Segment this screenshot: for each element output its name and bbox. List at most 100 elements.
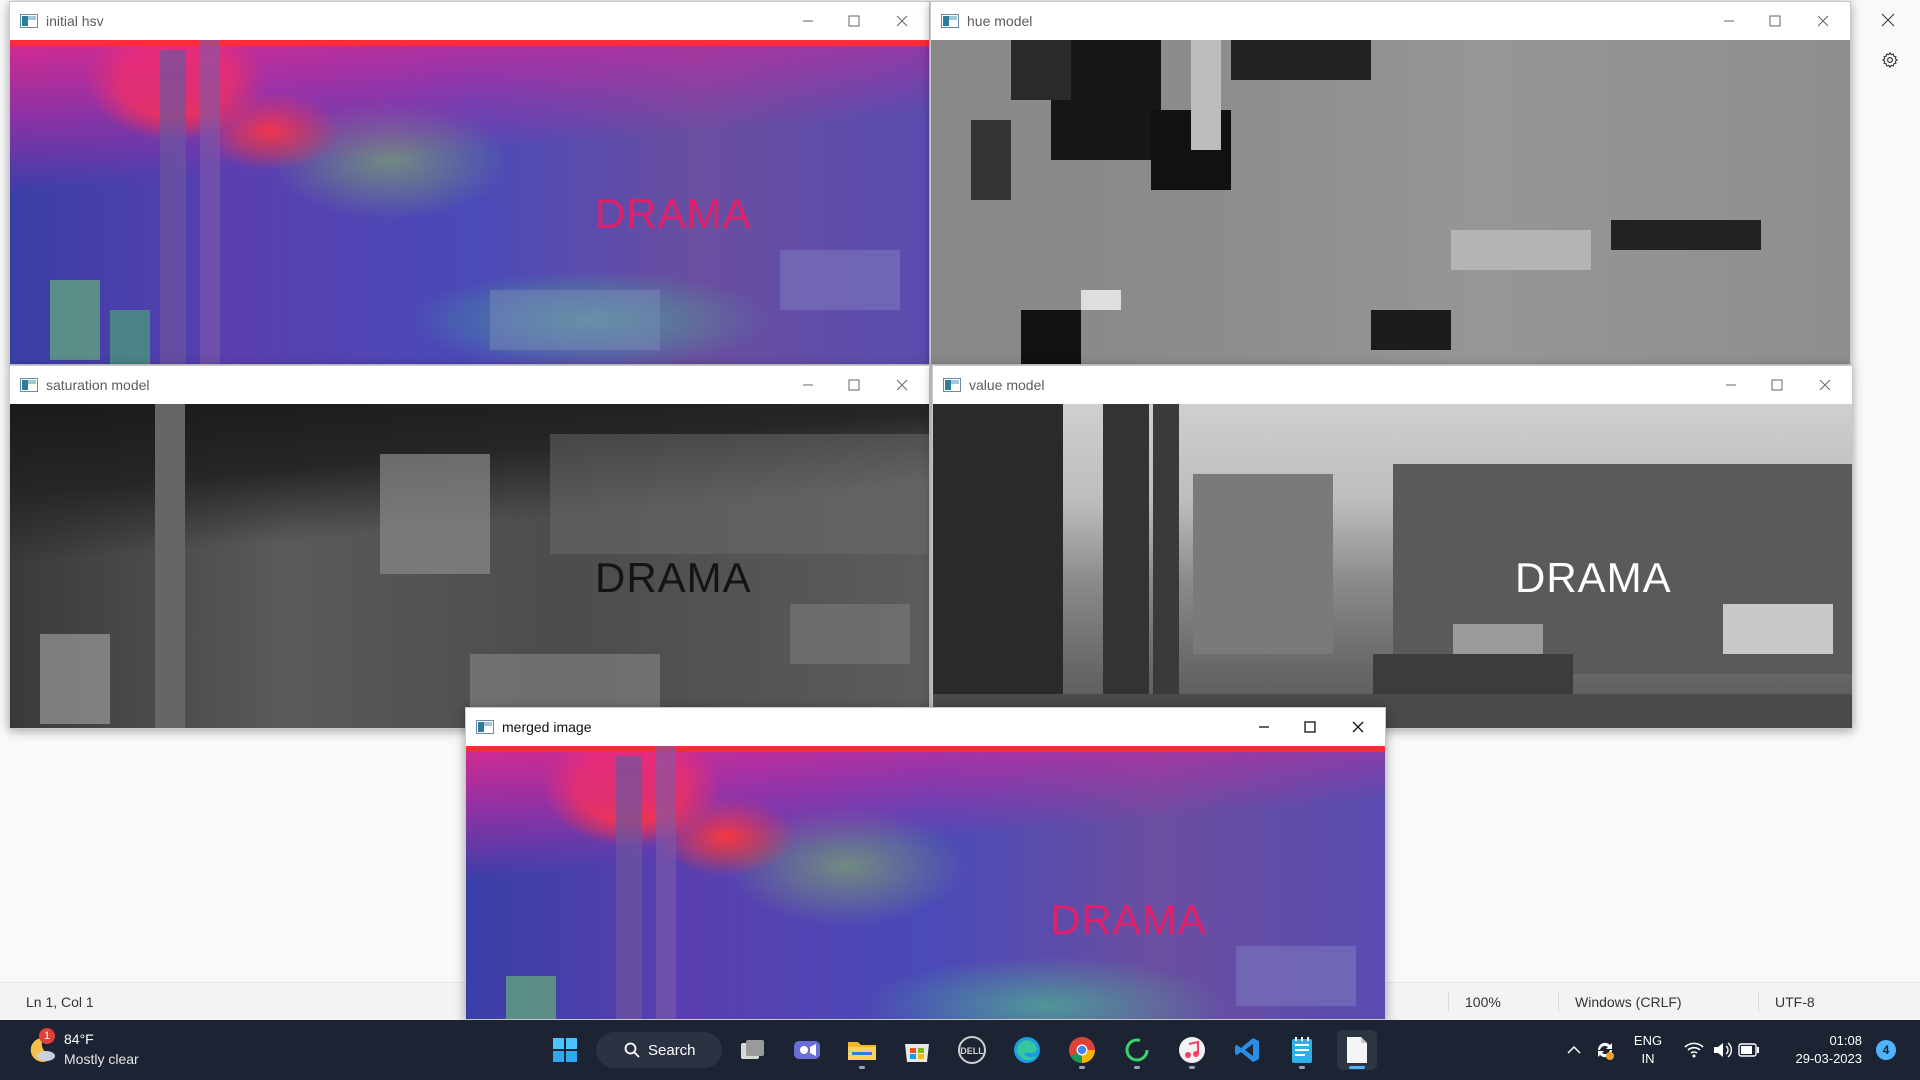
chevron-up-icon: [1567, 1045, 1581, 1054]
maximize-button[interactable]: [831, 6, 877, 36]
minimize-button[interactable]: [1708, 370, 1754, 400]
divider: [1558, 992, 1559, 1012]
language-indicator[interactable]: ENG IN: [1626, 1030, 1670, 1070]
chrome-icon: [1069, 1037, 1095, 1064]
app-icon: [20, 378, 38, 392]
chrome-button[interactable]: [1062, 1030, 1102, 1070]
maximize-icon: [1304, 721, 1316, 733]
saturation-texture: [40, 404, 929, 728]
svg-text:DELL: DELL: [960, 1046, 984, 1056]
notification-count: 4: [1882, 1043, 1890, 1057]
notepad-button[interactable]: [1337, 1030, 1377, 1070]
image-canvas[interactable]: DRAMA: [10, 40, 929, 364]
music-note-icon: [1179, 1037, 1205, 1063]
search-button[interactable]: Search: [596, 1032, 722, 1068]
notepad-blue-button[interactable]: [1282, 1030, 1322, 1070]
maximize-button[interactable]: [1287, 712, 1333, 742]
title-bar[interactable]: merged image: [466, 708, 1385, 746]
initial-hsv-window[interactable]: initial hsv DRAMA: [9, 1, 930, 365]
close-button[interactable]: [879, 6, 925, 36]
notification-center-button[interactable]: 4: [1876, 1040, 1896, 1060]
vscode-button[interactable]: [1227, 1030, 1267, 1070]
language-code: ENG: [1633, 1033, 1663, 1048]
running-indicator: [859, 1066, 865, 1069]
running-indicator: [1134, 1066, 1140, 1069]
minimize-button[interactable]: [1241, 712, 1287, 742]
close-button[interactable]: [879, 370, 925, 400]
value-model-window[interactable]: value model DRAMA: [932, 365, 1853, 729]
sync-status-button[interactable]: [1590, 1030, 1620, 1070]
close-button[interactable]: [1335, 712, 1381, 742]
taskbar: 1 84°F Mostly clear Search DELL ENG IN 0…: [0, 1020, 1920, 1080]
teams-meet-icon: [794, 1041, 820, 1059]
notepad-icon: [1347, 1037, 1367, 1063]
maximize-button[interactable]: [831, 370, 877, 400]
itunes-button[interactable]: [1172, 1030, 1212, 1070]
settings-button[interactable]: [1876, 46, 1904, 74]
close-button[interactable]: [1802, 370, 1848, 400]
minimize-icon: [803, 384, 813, 386]
teams-meet-button[interactable]: [787, 1030, 827, 1070]
maximize-icon: [848, 379, 860, 391]
image-canvas[interactable]: DRAMA: [10, 404, 929, 728]
weather-badge: 1: [39, 1028, 55, 1044]
weather-widget[interactable]: 1 84°F Mostly clear: [16, 1020, 166, 1080]
minimize-icon: [803, 20, 813, 22]
quick-settings-button[interactable]: [1680, 1030, 1762, 1070]
microsoft-store-button[interactable]: [897, 1030, 937, 1070]
image-canvas[interactable]: [931, 40, 1850, 364]
battery-icon: [1738, 1043, 1759, 1057]
start-button[interactable]: [545, 1030, 585, 1070]
close-icon: [1881, 13, 1895, 27]
merged-texture: [466, 746, 1385, 1019]
running-indicator: [1189, 1066, 1195, 1069]
dell-button[interactable]: DELL: [952, 1030, 992, 1070]
minimize-button[interactable]: [785, 6, 831, 36]
window-title: saturation model: [46, 377, 150, 393]
image-canvas[interactable]: DRAMA: [466, 746, 1385, 1019]
show-hidden-icons-button[interactable]: [1562, 1030, 1586, 1070]
overlay-text: DRAMA: [1515, 554, 1672, 601]
window-title: hue model: [967, 13, 1033, 29]
edge-button[interactable]: [1007, 1030, 1047, 1070]
maximize-button[interactable]: [1752, 6, 1798, 36]
active-indicator: [1349, 1066, 1365, 1069]
close-button[interactable]: [1800, 6, 1846, 36]
window-title: initial hsv: [46, 13, 104, 29]
value-texture: [933, 404, 1852, 728]
close-icon: [1819, 379, 1831, 391]
minimize-button[interactable]: [785, 370, 831, 400]
notepad-close-button[interactable]: [1866, 4, 1910, 36]
cursor-position: Ln 1, Col 1: [26, 994, 94, 1010]
title-bar[interactable]: saturation model: [10, 366, 929, 404]
image-canvas[interactable]: DRAMA: [933, 404, 1852, 728]
wifi-icon: [1684, 1042, 1704, 1058]
divider: [1758, 992, 1759, 1012]
loading-ring-icon: [1125, 1038, 1149, 1062]
line-ending[interactable]: Windows (CRLF): [1575, 994, 1682, 1010]
hue-model-window[interactable]: hue model: [930, 1, 1851, 365]
title-bar[interactable]: value model: [933, 366, 1852, 404]
close-icon: [896, 15, 908, 27]
saturation-model-window[interactable]: saturation model DRAMA: [9, 365, 930, 729]
encoding[interactable]: UTF-8: [1775, 994, 1815, 1010]
minimize-icon: [1259, 726, 1269, 728]
running-indicator: [1299, 1066, 1305, 1069]
running-indicator: [1079, 1066, 1085, 1069]
maximize-button[interactable]: [1754, 370, 1800, 400]
title-bar[interactable]: hue model: [931, 2, 1850, 40]
merged-image-window[interactable]: merged image DRAMA: [465, 707, 1386, 1020]
zoom-level[interactable]: 100%: [1465, 994, 1501, 1010]
minimize-button[interactable]: [1706, 6, 1752, 36]
divider: [1448, 992, 1449, 1012]
loader-app-button[interactable]: [1117, 1030, 1157, 1070]
hsv-texture: [10, 40, 929, 364]
clock[interactable]: 01:08 29-03-2023: [1770, 1030, 1864, 1070]
overlay-text: DRAMA: [595, 190, 752, 237]
task-view-button[interactable]: [733, 1030, 773, 1070]
window-title: merged image: [502, 719, 592, 735]
clock-date: 29-03-2023: [1795, 1051, 1863, 1066]
file-explorer-button[interactable]: [842, 1030, 882, 1070]
hue-texture: [971, 40, 1761, 364]
title-bar[interactable]: initial hsv: [10, 2, 929, 40]
